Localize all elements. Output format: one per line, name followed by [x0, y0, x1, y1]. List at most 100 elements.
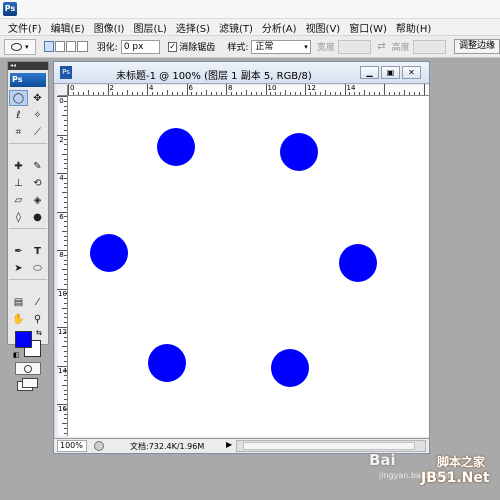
slice-tool-icon[interactable]: ⟋	[28, 124, 47, 140]
new-selection-button[interactable]	[43, 41, 54, 52]
eyedropper-tool-icon[interactable]: ⁄	[28, 294, 47, 310]
paint-bucket-tool-icon[interactable]: ◈	[28, 192, 47, 208]
move-tool-icon[interactable]: ✥	[28, 90, 47, 106]
ruler-tick	[68, 84, 69, 95]
ellipse-shape-tool-icon[interactable]: ⬭	[28, 260, 47, 276]
ruler-tick	[64, 355, 67, 357]
zoom-level-field[interactable]: 100%	[57, 440, 87, 452]
swap-colors-icon[interactable]: ⇆	[36, 329, 42, 337]
lasso-tool-icon[interactable]: ℓ	[9, 107, 28, 123]
clone-stamp-tool-icon[interactable]: ⊥	[9, 175, 28, 191]
menu-filter[interactable]: 滤镜(T)	[219, 20, 253, 35]
ruler-tick	[354, 92, 356, 95]
pen-tool-icon[interactable]: ✒	[9, 243, 28, 259]
type-tool-icon[interactable]: T	[28, 243, 47, 259]
style-select[interactable]: 正常 ▾	[251, 39, 311, 54]
ellipse-marquee-tool-icon[interactable]: ◯	[9, 90, 28, 106]
ruler-tick	[265, 84, 267, 95]
quick-mask-icon	[24, 364, 32, 373]
menu-window[interactable]: 窗口(W)	[349, 20, 387, 35]
menu-analysis[interactable]: 分析(A)	[262, 20, 297, 35]
ruler-tick	[102, 92, 104, 95]
minimize-button[interactable]: ▁	[360, 66, 379, 79]
hand-tool-icon[interactable]: ✋	[9, 311, 28, 327]
subtract-selection-button[interactable]	[66, 41, 77, 52]
antialias-checkbox[interactable]: ✓	[167, 41, 178, 52]
brush-tool-icon[interactable]: ✎	[28, 158, 47, 174]
width-input[interactable]	[337, 39, 372, 54]
ruler-tick	[161, 92, 163, 95]
ruler-tick	[250, 92, 252, 95]
magic-wand-tool-icon[interactable]: ✧	[28, 107, 47, 123]
ruler-label: 8	[228, 84, 233, 92]
color-swatches: ⇆ ◧	[13, 329, 48, 359]
zoom-tool-icon[interactable]: ⚲	[28, 311, 47, 327]
ruler-tick	[107, 84, 109, 95]
document-canvas[interactable]	[68, 96, 429, 437]
intersect-selection-button[interactable]	[77, 41, 88, 52]
ruler-origin[interactable]	[58, 85, 68, 96]
path-selection-tool-icon[interactable]: ➤	[9, 260, 28, 276]
healing-brush-tool-icon[interactable]: ✚	[9, 158, 28, 174]
height-input[interactable]	[412, 39, 447, 54]
chevron-down-icon: ▾	[304, 42, 308, 51]
ruler-tick	[64, 302, 67, 304]
dodge-tool-icon[interactable]: ●	[28, 209, 47, 225]
swap-dimensions-icon[interactable]: ⇄	[377, 41, 385, 52]
ruler-tick	[82, 92, 84, 95]
ruler-tick	[329, 92, 331, 95]
ruler-tick	[64, 105, 67, 107]
ruler-tick	[280, 92, 282, 95]
ruler-tick	[156, 92, 158, 95]
blue-circle	[280, 133, 318, 171]
default-colors-icon[interactable]: ◧	[13, 351, 20, 359]
eraser-tool-icon[interactable]: ▱	[9, 192, 28, 208]
ruler-tick	[413, 92, 415, 95]
ruler-tick	[64, 322, 67, 324]
maximize-button[interactable]: ▣	[381, 66, 400, 79]
document-size-info: 文档:732.4K/1.96M	[130, 442, 205, 451]
quick-mask-button[interactable]	[15, 362, 41, 375]
menu-layer[interactable]: 图层(L)	[133, 20, 166, 35]
tool-preset-picker[interactable]: ▾	[4, 38, 36, 55]
menu-image[interactable]: 图像(I)	[94, 20, 125, 35]
ruler-tick	[64, 120, 67, 122]
feather-input[interactable]: 0 px	[120, 39, 160, 54]
ruler-tick	[64, 379, 67, 381]
foreground-color-swatch[interactable]	[15, 331, 32, 348]
history-brush-tool-icon[interactable]: ⟲	[28, 175, 47, 191]
ruler-tick	[393, 92, 395, 95]
menu-view[interactable]: 视图(V)	[306, 20, 341, 35]
ruler-tick	[403, 90, 405, 95]
toolbox-separator	[9, 143, 47, 147]
ruler-tick	[132, 92, 134, 95]
menu-file[interactable]: 文件(F)	[8, 20, 42, 35]
crop-tool-icon[interactable]: ⌗	[9, 124, 28, 140]
toolbox-grip[interactable]: ◂◂	[8, 62, 48, 70]
ruler-tick	[117, 92, 119, 95]
status-menu-arrow-icon[interactable]: ▶	[226, 440, 232, 449]
ruler-label: 2	[59, 135, 64, 144]
vertical-ruler[interactable]: 0 2 4 6 8 10 12 14 16	[57, 96, 68, 436]
ruler-tick	[319, 92, 321, 95]
ruler-tick	[270, 92, 272, 95]
refine-edge-button[interactable]: 调整边缘	[454, 39, 500, 54]
horizontal-ruler[interactable]: 0 2 4 6 8 10 12 14	[68, 84, 429, 96]
document-title-bar[interactable]: Ps 未标题-1 @ 100% (图层 1 副本 5, RGB/8) ▁ ▣ ✕	[54, 62, 429, 84]
document-window: Ps 未标题-1 @ 100% (图层 1 副本 5, RGB/8) ▁ ▣ ✕…	[53, 61, 430, 454]
menu-help[interactable]: 帮助(H)	[396, 20, 431, 35]
screen-mode-icon	[22, 378, 38, 388]
ruler-tick	[64, 158, 67, 160]
menu-select[interactable]: 选择(S)	[176, 20, 210, 35]
baidu-watermark: Bai	[369, 451, 396, 469]
screen-mode-button[interactable]	[17, 378, 39, 392]
ruler-tick	[147, 84, 148, 95]
menu-edit[interactable]: 编辑(E)	[51, 20, 85, 35]
close-button[interactable]: ✕	[402, 66, 421, 79]
ruler-tick	[384, 84, 385, 95]
add-selection-button[interactable]	[54, 41, 66, 52]
blur-tool-icon[interactable]: ◊	[9, 209, 28, 225]
notes-tool-icon[interactable]: ▤	[9, 294, 28, 310]
status-info-icon[interactable]	[94, 441, 104, 451]
ruler-tick	[64, 110, 67, 112]
